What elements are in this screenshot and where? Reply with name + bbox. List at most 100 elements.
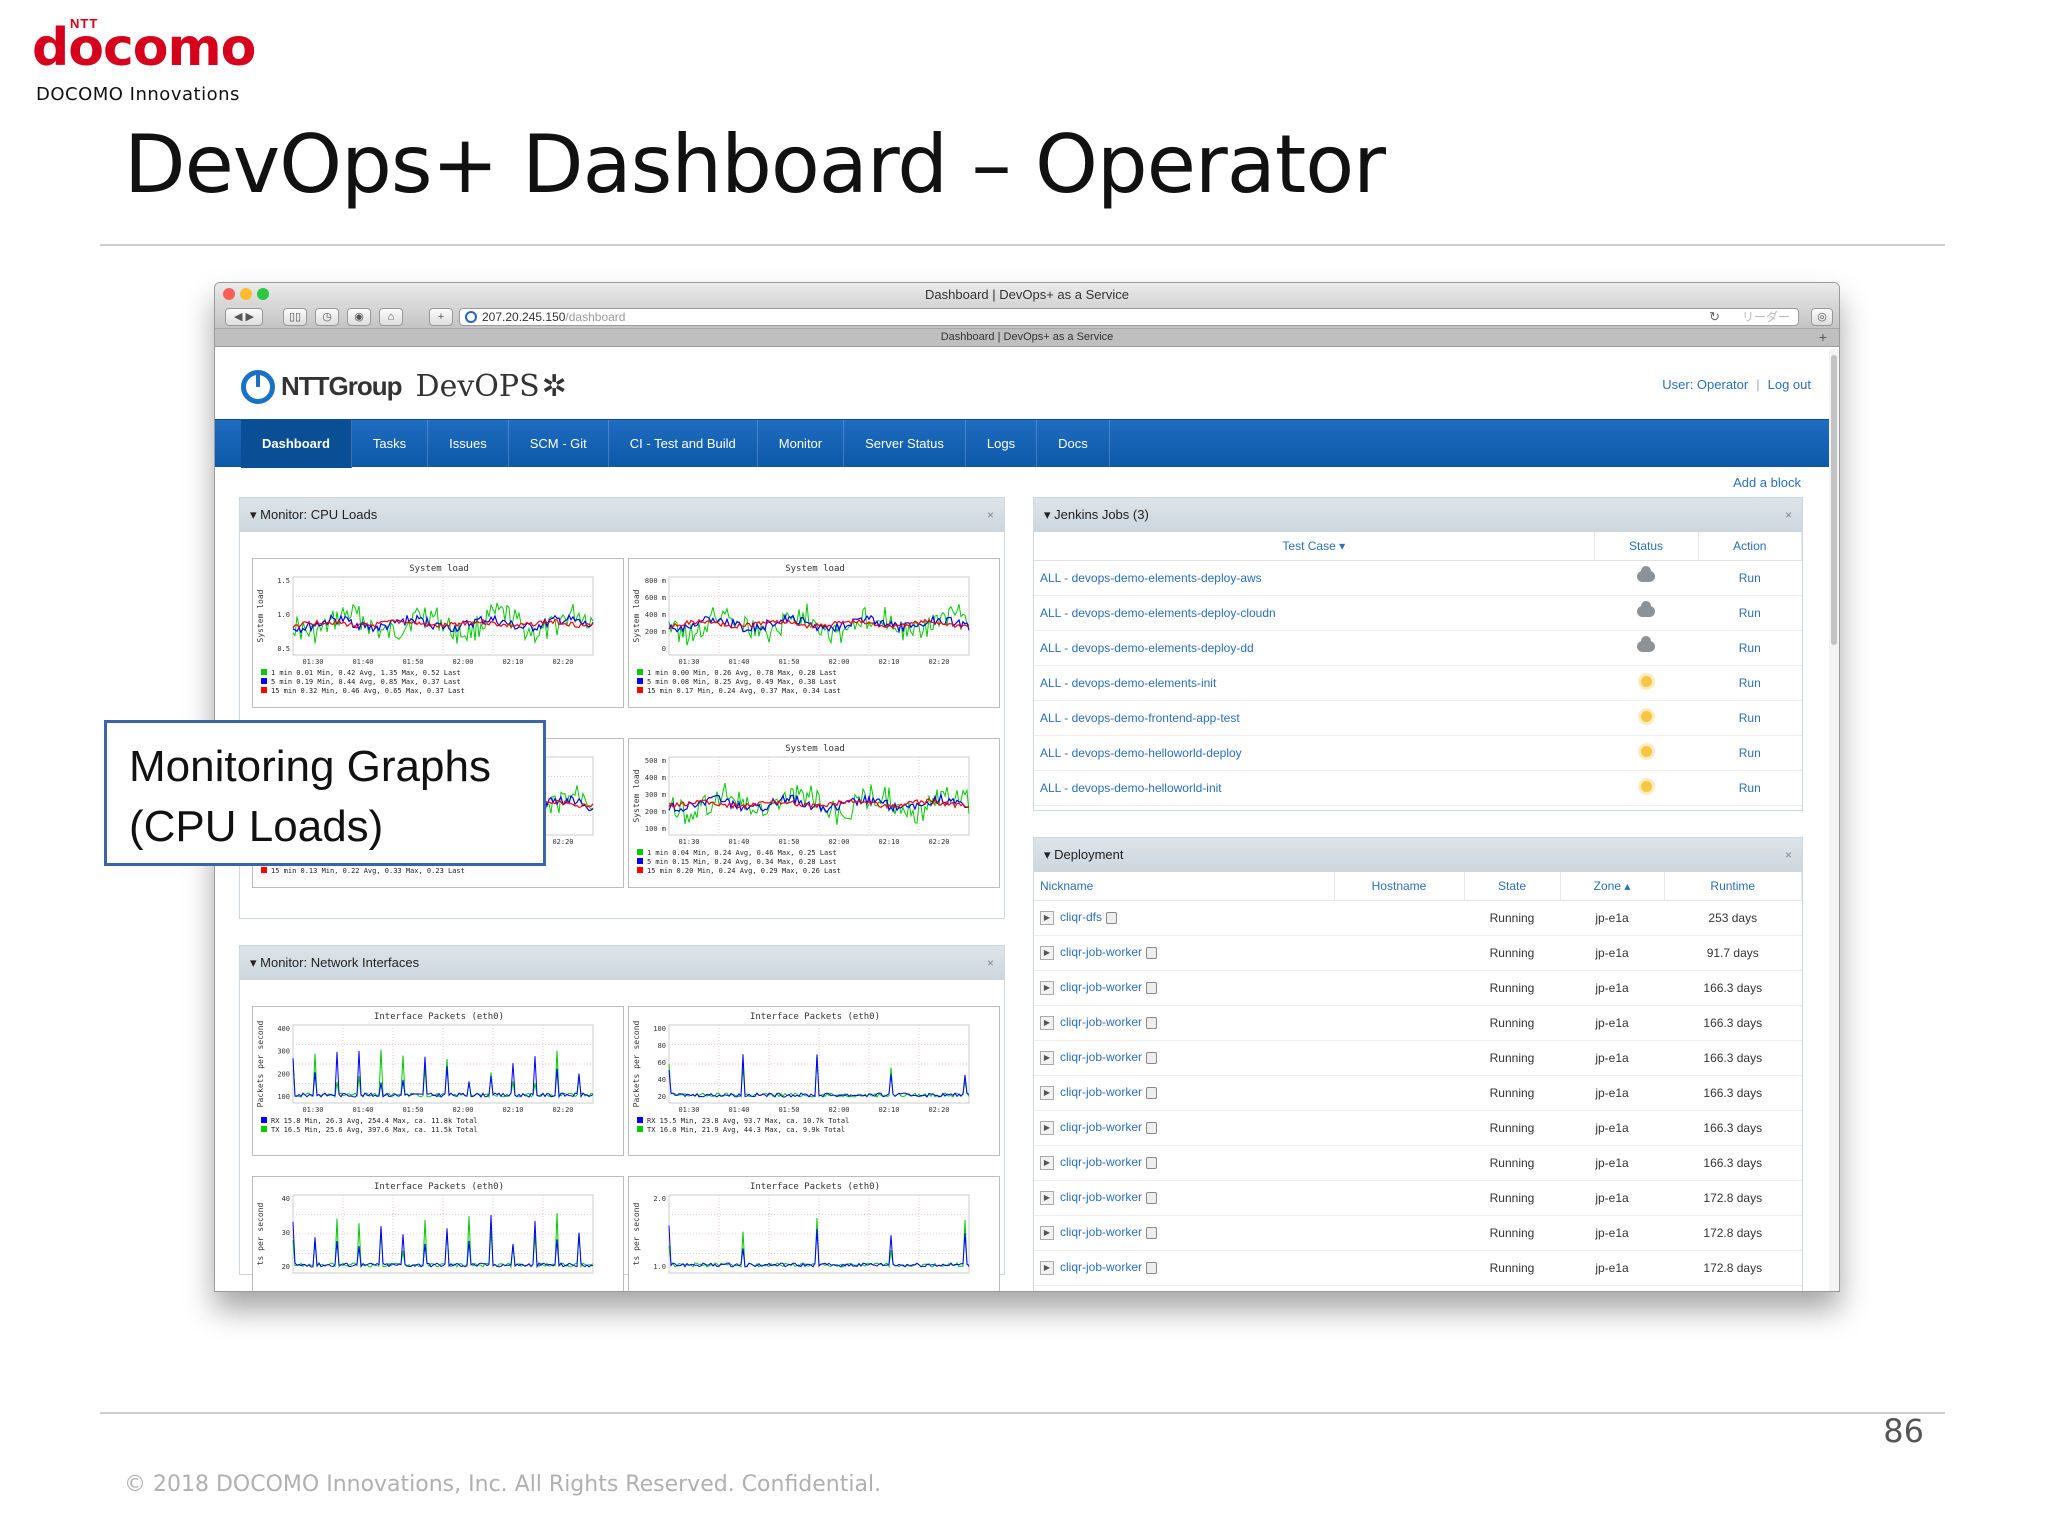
x-tick-label: 01:30 — [302, 658, 323, 666]
nav-item-scm-git[interactable]: SCM - Git — [509, 420, 609, 468]
bookmarks-icon[interactable]: ▯▯ — [283, 308, 307, 326]
reader-label[interactable]: リーダー — [1742, 309, 1790, 325]
history-icon[interactable]: ◷ — [315, 308, 339, 326]
home-icon[interactable]: ⌂ — [379, 308, 403, 326]
nickname-cell: ▶ cliqr-dfs — [1034, 900, 1334, 936]
nickname-link[interactable]: cliqr-job-worker — [1060, 1225, 1142, 1239]
address-bar[interactable]: 207.20.245.150/dashboard ↻ リーダー — [459, 308, 1799, 326]
nav-item-server-status[interactable]: Server Status — [844, 420, 966, 468]
job-link[interactable]: ALL - devops-demo-helloworld-deploy — [1034, 735, 1594, 771]
zone-cell: jp-e1a — [1560, 1180, 1664, 1216]
expand-icon[interactable]: ▶ — [1040, 1225, 1054, 1240]
panel-header[interactable]: ▾ Deployment × — [1034, 838, 1802, 872]
job-link[interactable]: ALL - devops-demo-elements-deploy-dd — [1034, 630, 1594, 666]
lock-icon — [1146, 1156, 1158, 1169]
nav-item-docs[interactable]: Docs — [1037, 420, 1110, 468]
expand-icon[interactable]: ▶ — [1040, 1015, 1054, 1030]
nickname-link[interactable]: cliqr-job-worker — [1060, 1015, 1142, 1029]
reload-icon[interactable]: ↻ — [1709, 309, 1720, 325]
nav-item-ci-test-and-build[interactable]: CI - Test and Build — [609, 420, 758, 468]
nickname-link[interactable]: cliqr-job-worker — [1060, 1260, 1142, 1274]
y-tick-label: 0 — [662, 645, 666, 653]
callout-box: Monitoring Graphs (CPU Loads) — [104, 720, 546, 866]
nav-item-dashboard[interactable]: Dashboard — [241, 420, 352, 468]
nickname-link[interactable]: cliqr-dfs — [1060, 910, 1102, 924]
user-link[interactable]: User: Operator — [1662, 377, 1748, 392]
column-header-hostname[interactable]: Hostname — [1334, 872, 1465, 901]
job-link[interactable]: ALL - devops-demo-elements-deploy-aws — [1034, 560, 1594, 596]
ntt-devops-logo[interactable]: NTTGroup DevOPS ✲ — [241, 369, 567, 404]
state-cell: Running — [1464, 1005, 1560, 1041]
graph-svg: Interface Packets (eth0) Packets per seco… — [256, 1012, 594, 1134]
expand-icon[interactable]: ▶ — [1040, 945, 1054, 960]
column-header-nickname[interactable]: Nickname — [1034, 872, 1335, 901]
legend-swatch — [637, 678, 643, 684]
job-link[interactable]: ALL - devops-demo-frontend-app-test — [1034, 700, 1594, 736]
job-link[interactable]: ALL - devops-demo-helloworld-init — [1034, 770, 1594, 806]
column-header-status[interactable]: Status — [1594, 532, 1699, 561]
tab-title[interactable]: Dashboard | DevOps+ as a Service — [941, 331, 1114, 343]
y-axis-label: Packets per second — [632, 1020, 641, 1107]
panel-header[interactable]: ▾ Monitor: Network Interfaces × — [240, 946, 1004, 980]
graph-title: Interface Packets (eth0) — [750, 1182, 880, 1192]
download-icon[interactable]: ◎ — [1811, 308, 1833, 326]
page-scrollbar[interactable] — [1829, 349, 1839, 1291]
expand-icon[interactable]: ▶ — [1040, 1120, 1054, 1135]
panel-header[interactable]: ▾ Monitor: CPU Loads × — [240, 498, 1004, 532]
expand-icon[interactable]: ▶ — [1040, 1085, 1054, 1100]
run-link[interactable]: Run — [1698, 770, 1802, 806]
footer-divider — [100, 1412, 1945, 1414]
nickname-link[interactable]: cliqr-job-worker — [1060, 1120, 1142, 1134]
status-cell — [1594, 735, 1698, 771]
nav-item-logs[interactable]: Logs — [966, 420, 1038, 468]
nickname-link[interactable]: cliqr-job-worker — [1060, 1155, 1142, 1169]
column-header-state[interactable]: State — [1464, 872, 1561, 901]
column-header-zone[interactable]: Zone ▴ — [1560, 872, 1665, 901]
column-header-test-case[interactable]: Test Case ▾ — [1034, 532, 1595, 561]
run-link[interactable]: Run — [1698, 630, 1802, 666]
add-bookmark-icon[interactable]: + — [429, 308, 453, 326]
expand-icon[interactable]: ▶ — [1040, 1155, 1054, 1170]
shield-icon[interactable]: ◉ — [347, 308, 371, 326]
y-tick-label: 80 — [658, 1042, 666, 1050]
close-icon[interactable]: × — [1785, 498, 1792, 532]
scrollbar-thumb[interactable] — [1831, 355, 1837, 645]
expand-icon[interactable]: ▶ — [1040, 910, 1054, 925]
nav-item-tasks[interactable]: Tasks — [352, 420, 429, 468]
close-icon[interactable]: × — [987, 498, 994, 532]
nav-item-monitor[interactable]: Monitor — [758, 420, 845, 468]
close-icon[interactable]: × — [987, 946, 994, 980]
nickname-link[interactable]: cliqr-job-worker — [1060, 1085, 1142, 1099]
column-header-runtime[interactable]: Runtime — [1664, 872, 1802, 901]
expand-icon[interactable]: ▶ — [1040, 1260, 1054, 1275]
x-tick-label: 02:10 — [502, 658, 523, 666]
nickname-link[interactable]: cliqr-job-worker — [1060, 1050, 1142, 1064]
new-tab-icon[interactable]: + — [1819, 329, 1827, 346]
nickname-link[interactable]: cliqr-job-worker — [1060, 945, 1142, 959]
run-link[interactable]: Run — [1698, 595, 1802, 631]
runtime-cell: 172.8 days — [1664, 1250, 1802, 1286]
logout-link[interactable]: Log out — [1768, 377, 1811, 392]
run-link[interactable]: Run — [1698, 665, 1802, 701]
expand-icon[interactable]: ▶ — [1040, 980, 1054, 995]
y-tick-label: 60 — [658, 1059, 666, 1067]
table-row: ▶ cliqr-job-worker Running jp-e1a 166.3 days — [1034, 1005, 1802, 1041]
run-link[interactable]: Run — [1698, 700, 1802, 736]
y-tick-label: 300 — [277, 1048, 290, 1056]
back-forward-button[interactable]: ◀ ▶ — [225, 308, 263, 326]
panel-header[interactable]: ▾ Jenkins Jobs (3) × — [1034, 498, 1802, 532]
job-link[interactable]: ALL - devops-demo-elements-deploy-cloudn — [1034, 595, 1594, 631]
nav-item-issues[interactable]: Issues — [428, 420, 509, 468]
job-link[interactable]: ALL - devops-demo-elements-init — [1034, 665, 1594, 701]
y-tick-label: 200 m — [645, 628, 666, 636]
nickname-link[interactable]: cliqr-job-worker — [1060, 1190, 1142, 1204]
run-link[interactable]: Run — [1698, 735, 1802, 771]
close-icon[interactable]: × — [1785, 838, 1792, 872]
expand-icon[interactable]: ▶ — [1040, 1050, 1054, 1065]
x-tick-label: 02:20 — [928, 658, 949, 666]
run-link[interactable]: Run — [1698, 560, 1802, 596]
panel-title: Monitor: Network Interfaces — [260, 955, 420, 970]
add-block-link[interactable]: Add a block — [1733, 475, 1801, 490]
nickname-link[interactable]: cliqr-job-worker — [1060, 980, 1142, 994]
expand-icon[interactable]: ▶ — [1040, 1190, 1054, 1205]
